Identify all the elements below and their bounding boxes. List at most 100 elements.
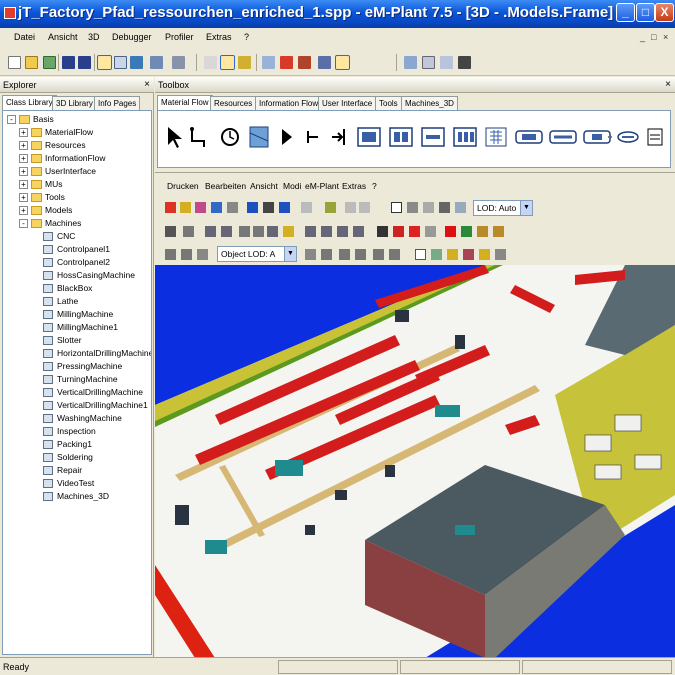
angular-converter-icon[interactable] [583, 130, 611, 144]
3d-viewport[interactable] [155, 265, 675, 658]
shade-icon[interactable] [197, 249, 208, 260]
stop-icon[interactable] [445, 226, 456, 237]
source-icon[interactable] [282, 129, 292, 145]
open-folder-icon[interactable] [25, 56, 38, 69]
tile-icon[interactable] [422, 56, 435, 69]
maximize-button[interactable]: □ [636, 3, 655, 22]
connector-icon[interactable] [190, 127, 205, 147]
disabled-icon[interactable] [359, 202, 370, 213]
window-icon[interactable] [404, 56, 417, 69]
line-icon[interactable] [549, 130, 577, 144]
class-library-tree[interactable]: - Basis + MaterialFlow + Resources + Informatio… [2, 110, 152, 655]
tools-icon[interactable] [114, 56, 127, 69]
tool-icon[interactable] [477, 226, 488, 237]
sort-icon[interactable] [180, 202, 191, 213]
menu-help[interactable]: ? [244, 32, 249, 42]
pan-icon[interactable] [253, 226, 264, 237]
network-icon[interactable] [150, 56, 163, 69]
tab-material-flow[interactable]: Material Flow [157, 95, 213, 110]
frame-menu-extras[interactable]: Extras [342, 181, 366, 191]
camera-icon[interactable] [407, 202, 418, 213]
assembly-icon[interactable] [389, 127, 413, 147]
menu-3d[interactable]: 3D [88, 32, 100, 42]
play-icon[interactable] [409, 226, 420, 237]
menu-profiler[interactable]: Profiler [165, 32, 194, 42]
reset-icon[interactable] [377, 226, 388, 237]
save-icon[interactable] [62, 56, 75, 69]
figure-icon[interactable] [479, 249, 490, 260]
texture-icon[interactable] [181, 249, 192, 260]
tab-resources[interactable]: Resources [210, 96, 257, 110]
step-back-icon[interactable] [393, 226, 404, 237]
tree-expander-icon[interactable]: + [19, 193, 28, 202]
event-icon[interactable] [238, 56, 251, 69]
lod-select[interactable]: LOD: Auto ▼ [473, 200, 533, 216]
tree-expander-icon[interactable]: + [19, 206, 28, 215]
interface-icon[interactable] [249, 126, 269, 148]
new-file-icon[interactable] [8, 56, 21, 69]
tree-expander-icon[interactable]: + [19, 167, 28, 176]
mdi-restore-button[interactable]: □ [651, 32, 656, 42]
drain-icon[interactable] [307, 131, 318, 143]
bulb-icon[interactable] [447, 249, 458, 260]
merge-icon[interactable] [389, 249, 400, 260]
save-as-icon[interactable] [78, 56, 91, 69]
library-icon[interactable] [130, 56, 143, 69]
select-icon[interactable] [283, 226, 294, 237]
tree-expander-icon[interactable]: + [19, 154, 28, 163]
align-icon[interactable] [337, 226, 348, 237]
turntable-icon[interactable] [617, 131, 639, 143]
object-icon[interactable] [318, 56, 331, 69]
walk-icon[interactable] [165, 226, 176, 237]
move-down-icon[interactable] [221, 226, 232, 237]
label-icon[interactable] [355, 249, 366, 260]
cut-icon[interactable] [165, 202, 176, 213]
debug-icon[interactable] [298, 56, 311, 69]
toolbox-close-button[interactable]: × [665, 79, 671, 90]
sorter-icon[interactable] [515, 130, 543, 144]
step-icon[interactable] [425, 226, 436, 237]
chevron-down-icon[interactable]: ▼ [520, 201, 532, 215]
parallel-proc-icon[interactable] [357, 127, 381, 147]
tree-expander-icon[interactable]: + [19, 180, 28, 189]
disabled-icon[interactable] [345, 202, 356, 213]
frame-menu-drucken[interactable]: Drucken [167, 181, 199, 191]
explorer-close-button[interactable]: × [144, 79, 150, 90]
menu-datei[interactable]: Datei [14, 32, 35, 42]
animation-icon[interactable] [335, 55, 350, 70]
forward-arrow-icon[interactable] [301, 202, 312, 213]
frame-menu-bearbeiten[interactable]: Bearbeiten [205, 181, 246, 191]
new-object-icon[interactable] [415, 249, 426, 260]
gear-icon[interactable] [495, 249, 506, 260]
pointer-icon[interactable] [168, 127, 182, 148]
tree-expander-icon[interactable]: - [7, 115, 16, 124]
arrow-down-icon[interactable] [321, 226, 332, 237]
grid-icon[interactable] [353, 226, 364, 237]
frame-menu-em-plant[interactable]: eM-Plant [305, 181, 339, 191]
frame-menu-modi[interactable]: Modi [283, 181, 301, 191]
orbit-icon[interactable] [239, 226, 250, 237]
display-icon[interactable] [321, 249, 332, 260]
tree-expander-icon[interactable]: - [19, 219, 28, 228]
frame-menu-ansicht[interactable]: Ansicht [250, 181, 278, 191]
menu-extras[interactable]: Extras [206, 32, 232, 42]
tree-expander-icon[interactable]: + [19, 128, 28, 137]
light-icon[interactable] [165, 249, 176, 260]
move-icon[interactable] [205, 226, 216, 237]
image-icon[interactable] [423, 202, 434, 213]
cascade-icon[interactable] [440, 56, 453, 69]
split-icon[interactable] [373, 249, 384, 260]
rotate-icon[interactable] [183, 226, 194, 237]
tab-machines-3d[interactable]: Machines_3D [401, 96, 458, 110]
film-icon[interactable] [439, 202, 450, 213]
plus-icon[interactable] [461, 226, 472, 237]
buffer-icon[interactable] [453, 127, 477, 147]
delete-icon[interactable] [280, 56, 293, 69]
close-button[interactable]: X [655, 3, 674, 22]
minimize-button[interactable]: _ [616, 3, 635, 22]
dismantle-icon[interactable] [421, 127, 445, 147]
tab-class-library[interactable]: Class Library [2, 95, 57, 110]
back-arrow-icon[interactable] [279, 202, 290, 213]
transporter-icon[interactable] [647, 128, 663, 146]
store-icon[interactable] [485, 127, 507, 147]
